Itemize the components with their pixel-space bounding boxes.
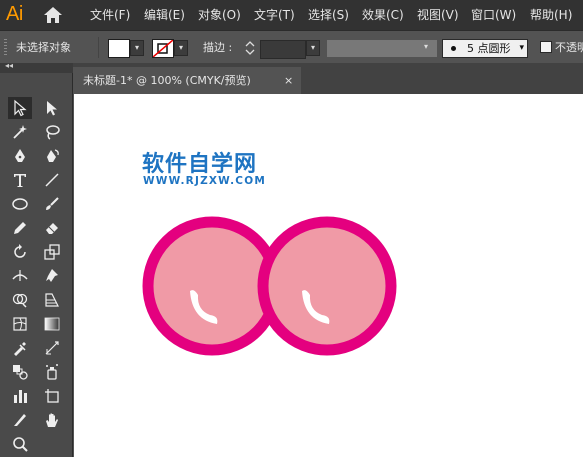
opacity-label[interactable]: 不透明 xyxy=(555,31,583,64)
artwork xyxy=(142,216,397,356)
chevron-down-icon: ▾ xyxy=(519,43,524,53)
panel-grip[interactable] xyxy=(4,39,7,55)
pencil-tool-icon[interactable] xyxy=(8,217,32,239)
slice-tool-icon[interactable] xyxy=(8,409,32,431)
magic-wand-tool-icon[interactable] xyxy=(8,121,32,143)
menu-file[interactable]: 文件(F) xyxy=(90,0,130,30)
stroke-dropdown[interactable]: ▾ xyxy=(174,40,188,56)
type-tool-icon[interactable] xyxy=(8,169,32,191)
measure-tool-icon[interactable] xyxy=(40,337,64,359)
curvature-tool-icon[interactable] xyxy=(40,145,64,167)
document-tab-title[interactable]: 未标题-1* @ 100% (CMYK/预览) xyxy=(83,67,251,94)
gradient-tool-icon[interactable] xyxy=(40,313,64,335)
menu-bar: Ai 文件(F) 编辑(E) 对象(O) 文字(T) 选择(S) 效果(C) 视… xyxy=(0,0,583,30)
mesh-tool-icon[interactable] xyxy=(8,313,32,335)
stroke-weight-spinner[interactable] xyxy=(242,39,258,57)
profile-dropdown[interactable]: ▾ xyxy=(419,40,433,56)
menu-view[interactable]: 视图(V) xyxy=(417,0,459,30)
menu-type[interactable]: 文字(T) xyxy=(254,0,295,30)
home-icon[interactable] xyxy=(43,6,63,24)
fill-swatch[interactable] xyxy=(108,39,130,58)
line-segment-tool-icon[interactable] xyxy=(40,169,64,191)
document-tab-bar: 未标题-1* @ 100% (CMYK/预览) × xyxy=(73,63,583,94)
menu-effect[interactable]: 效果(C) xyxy=(362,0,404,30)
stroke-weight-input[interactable] xyxy=(260,40,306,59)
brush-definition-select[interactable]: 5 点圆形 ▾ xyxy=(442,39,528,58)
divider xyxy=(98,37,99,58)
paintbrush-tool-icon[interactable] xyxy=(40,193,64,215)
hand-tool-icon[interactable] xyxy=(40,409,64,431)
collapse-icon[interactable]: ◂◂ xyxy=(5,61,13,70)
column-graph-tool-icon[interactable] xyxy=(8,385,32,407)
eraser-tool-icon[interactable] xyxy=(40,217,64,239)
none-stroke-icon xyxy=(153,40,173,57)
rotate-tool-icon[interactable] xyxy=(8,241,32,263)
direct-selection-tool-icon[interactable] xyxy=(40,97,64,119)
pen-tool-icon[interactable] xyxy=(8,145,32,167)
right-circle[interactable] xyxy=(257,216,397,356)
width-tool-icon[interactable] xyxy=(8,265,32,287)
lasso-tool-icon[interactable] xyxy=(40,121,64,143)
menu-select[interactable]: 选择(S) xyxy=(308,0,349,30)
tools-panel xyxy=(0,73,73,457)
zoom-tool-icon[interactable] xyxy=(8,433,32,455)
artboard-tool-icon[interactable] xyxy=(40,385,64,407)
blend-tool-icon[interactable] xyxy=(8,361,32,383)
stroke-label[interactable]: 描边 : xyxy=(203,31,232,64)
app-logo[interactable]: Ai xyxy=(6,3,23,26)
menu-edit[interactable]: 编辑(E) xyxy=(144,0,185,30)
document-tab[interactable]: 未标题-1* @ 100% (CMYK/预览) × xyxy=(73,67,301,94)
eyedropper-tool-icon[interactable] xyxy=(8,337,32,359)
shape-builder-tool-icon[interactable] xyxy=(8,289,32,311)
left-circle[interactable] xyxy=(142,216,282,356)
scale-tool-icon[interactable] xyxy=(40,241,64,263)
artboard-canvas[interactable]: 软件自学网 WWW.RJZXW.COM xyxy=(74,94,583,457)
menu-object[interactable]: 对象(O) xyxy=(198,0,241,30)
menu-window[interactable]: 窗口(W) xyxy=(471,0,516,30)
menu-help[interactable]: 帮助(H) xyxy=(530,0,572,30)
fill-dropdown[interactable]: ▾ xyxy=(130,40,144,56)
stroke-weight-dropdown[interactable]: ▾ xyxy=(306,40,320,56)
perspective-grid-tool-icon[interactable] xyxy=(40,289,64,311)
close-icon[interactable]: × xyxy=(284,67,293,94)
brush-dot-icon xyxy=(451,46,456,51)
selection-tool-icon[interactable] xyxy=(8,97,32,119)
symbol-sprayer-tool-icon[interactable] xyxy=(40,361,64,383)
selection-status: 未选择对象 xyxy=(16,41,71,54)
puppet-warp-tool-icon[interactable] xyxy=(40,265,64,287)
brush-value: 5 点圆形 xyxy=(467,42,511,55)
ellipse-tool-icon[interactable] xyxy=(8,193,32,215)
opacity-checkbox[interactable] xyxy=(540,41,552,53)
stroke-swatch[interactable] xyxy=(152,39,174,58)
toolbar-header: ◂◂ xyxy=(0,61,73,73)
control-bar: 未选择对象 ▾ ▾ 描边 : ▾ ▾ 5 点圆形 ▾ 不透明 xyxy=(0,30,583,63)
